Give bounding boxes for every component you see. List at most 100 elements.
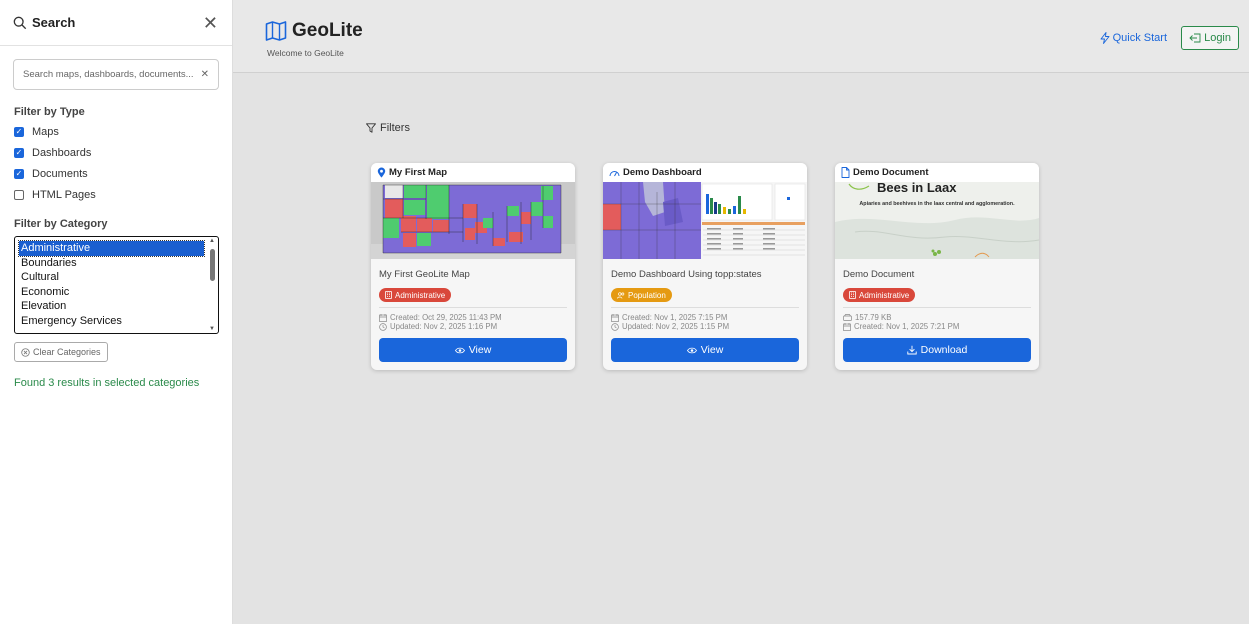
clock-icon bbox=[379, 322, 387, 331]
created-date: Created: Nov 1, 2025 7:15 PM bbox=[611, 313, 727, 322]
updated-date-text: Updated: Nov 2, 2025 1:15 PM bbox=[622, 322, 730, 331]
type-filter-html-pages[interactable]: HTML Pages bbox=[14, 189, 96, 201]
listbox-scrollbar[interactable] bbox=[210, 249, 215, 281]
card-divider bbox=[379, 307, 567, 308]
card-title[interactable]: My First GeoLite Map bbox=[379, 269, 470, 280]
view-button-label: View bbox=[468, 344, 492, 356]
download-button-label: Download bbox=[920, 344, 968, 356]
checkbox-checked-icon[interactable]: ✓ bbox=[14, 127, 24, 137]
card-header: Demo Dashboard bbox=[603, 163, 807, 182]
card-type-label: Demo Document bbox=[853, 167, 929, 178]
results-count: Found 3 results in selected categories bbox=[14, 377, 200, 389]
document-heading: Bees in Laax bbox=[877, 182, 957, 195]
dashboard-icon bbox=[609, 171, 620, 177]
type-filter-label: Dashboards bbox=[32, 147, 92, 159]
eye-icon bbox=[454, 347, 465, 353]
document-icon bbox=[841, 167, 850, 178]
card-type-label: Demo Dashboard bbox=[623, 167, 702, 178]
category-option-boundaries[interactable]: Boundaries bbox=[19, 256, 204, 271]
dashboard-thumbnail[interactable] bbox=[603, 182, 807, 259]
category-option-elevation[interactable]: Elevation bbox=[19, 299, 204, 314]
lightning-icon bbox=[1100, 32, 1110, 44]
resource-card-document[interactable]: Demo Document Bees in Laax Apiaries and … bbox=[835, 163, 1039, 370]
search-input[interactable] bbox=[23, 69, 193, 80]
card-header: My First Map bbox=[371, 163, 575, 182]
sidebar-title: Search bbox=[13, 15, 75, 30]
sidebar: Search ✕ ✕ Filter by Type ✓ Maps ✓ Dashb… bbox=[0, 0, 233, 624]
circle-x-icon bbox=[21, 347, 30, 357]
brand-subtitle: Welcome to GeoLite bbox=[267, 48, 344, 58]
search-field[interactable]: ✕ bbox=[13, 59, 219, 90]
filter-type-label: Filter by Type bbox=[14, 106, 85, 118]
hard-drive-icon bbox=[843, 314, 852, 321]
calendar-icon bbox=[379, 313, 387, 322]
clock-icon bbox=[611, 322, 619, 331]
updated-date-text: Updated: Nov 2, 2025 1:16 PM bbox=[390, 322, 498, 331]
view-button[interactable]: View bbox=[611, 338, 799, 362]
updated-date: Updated: Nov 2, 2025 1:15 PM bbox=[611, 322, 729, 331]
filter-icon bbox=[366, 123, 376, 133]
card-header: Demo Document bbox=[835, 163, 1039, 182]
created-date: Created: Nov 1, 2025 7:21 PM bbox=[843, 322, 959, 331]
view-button[interactable]: View bbox=[379, 338, 567, 362]
resource-card-dashboard[interactable]: Demo Dashboard Demo Dashboard Using topp… bbox=[603, 163, 807, 370]
sidebar-header: Search ✕ bbox=[0, 0, 232, 46]
brand-name: GeoLite bbox=[292, 20, 363, 41]
card-title[interactable]: Demo Document bbox=[843, 269, 914, 280]
document-subheading: Apiaries and beehives in the laax centra… bbox=[859, 201, 1015, 207]
type-filter-label: HTML Pages bbox=[32, 189, 96, 201]
category-option-emergency-services[interactable]: Emergency Services bbox=[19, 314, 204, 329]
created-date-text: Created: Nov 1, 2025 7:21 PM bbox=[854, 322, 960, 331]
top-header: GeoLite Welcome to GeoLite Quick Start L… bbox=[233, 0, 1249, 73]
card-type-label: My First Map bbox=[389, 167, 448, 178]
quick-start-link[interactable]: Quick Start bbox=[1100, 32, 1167, 44]
scroll-down-icon[interactable]: ▼ bbox=[209, 326, 215, 332]
close-sidebar-button[interactable]: ✕ bbox=[203, 14, 218, 32]
card-divider bbox=[843, 307, 1031, 308]
clear-categories-button[interactable]: Clear Categories bbox=[14, 342, 108, 362]
map-thumbnail[interactable] bbox=[371, 182, 575, 259]
file-size: 157.79 KB bbox=[843, 313, 891, 322]
filter-category-label: Filter by Category bbox=[14, 218, 108, 230]
badge-label: Administrative bbox=[395, 290, 446, 300]
category-listbox[interactable]: Administrative Boundaries Cultural Econo… bbox=[14, 236, 219, 334]
created-date-text: Created: Oct 29, 2025 11:43 PM bbox=[390, 313, 502, 322]
calendar-icon bbox=[611, 313, 619, 322]
category-option-cultural[interactable]: Cultural bbox=[19, 270, 204, 285]
login-label: Login bbox=[1204, 32, 1231, 44]
map-icon bbox=[265, 21, 287, 41]
download-button[interactable]: Download bbox=[843, 338, 1031, 362]
search-icon bbox=[13, 16, 27, 29]
category-badge: Administrative bbox=[379, 288, 452, 302]
brand[interactable]: GeoLite bbox=[265, 20, 363, 42]
checkbox-checked-icon[interactable]: ✓ bbox=[14, 169, 24, 179]
download-icon bbox=[906, 345, 917, 355]
building-icon bbox=[849, 291, 856, 299]
card-title[interactable]: Demo Dashboard Using topp:states bbox=[611, 269, 762, 280]
type-filter-documents[interactable]: ✓ Documents bbox=[14, 168, 88, 180]
sidebar-title-text: Search bbox=[32, 15, 76, 30]
quick-start-label: Quick Start bbox=[1112, 32, 1167, 44]
badge-label: Administrative bbox=[859, 290, 910, 300]
updated-date: Updated: Nov 2, 2025 1:16 PM bbox=[379, 322, 497, 331]
document-thumbnail[interactable]: Bees in Laax Apiaries and beehives in th… bbox=[835, 182, 1039, 259]
category-option-administrative[interactable]: Administrative bbox=[18, 240, 205, 257]
clear-search-icon[interactable]: ✕ bbox=[201, 69, 209, 80]
resource-card-map[interactable]: My First Map My First GeoLite Map Admini… bbox=[371, 163, 575, 370]
checkbox-checked-icon[interactable]: ✓ bbox=[14, 148, 24, 158]
file-size-text: 157.79 KB bbox=[855, 313, 892, 322]
scroll-up-icon[interactable]: ▲ bbox=[209, 238, 215, 244]
type-filter-label: Documents bbox=[32, 168, 88, 180]
category-option-economic[interactable]: Economic bbox=[19, 285, 204, 300]
login-button[interactable]: Login bbox=[1181, 26, 1239, 50]
created-date-text: Created: Nov 1, 2025 7:15 PM bbox=[622, 313, 728, 322]
filters-toggle[interactable]: Filters bbox=[366, 122, 410, 134]
badge-label: Population bbox=[628, 290, 666, 300]
checkbox-unchecked-icon[interactable] bbox=[14, 190, 24, 200]
clear-categories-label: Clear Categories bbox=[33, 347, 101, 357]
eye-icon bbox=[686, 347, 697, 353]
login-icon bbox=[1189, 33, 1201, 43]
people-icon bbox=[617, 291, 625, 299]
type-filter-maps[interactable]: ✓ Maps bbox=[14, 126, 59, 138]
type-filter-dashboards[interactable]: ✓ Dashboards bbox=[14, 147, 91, 159]
